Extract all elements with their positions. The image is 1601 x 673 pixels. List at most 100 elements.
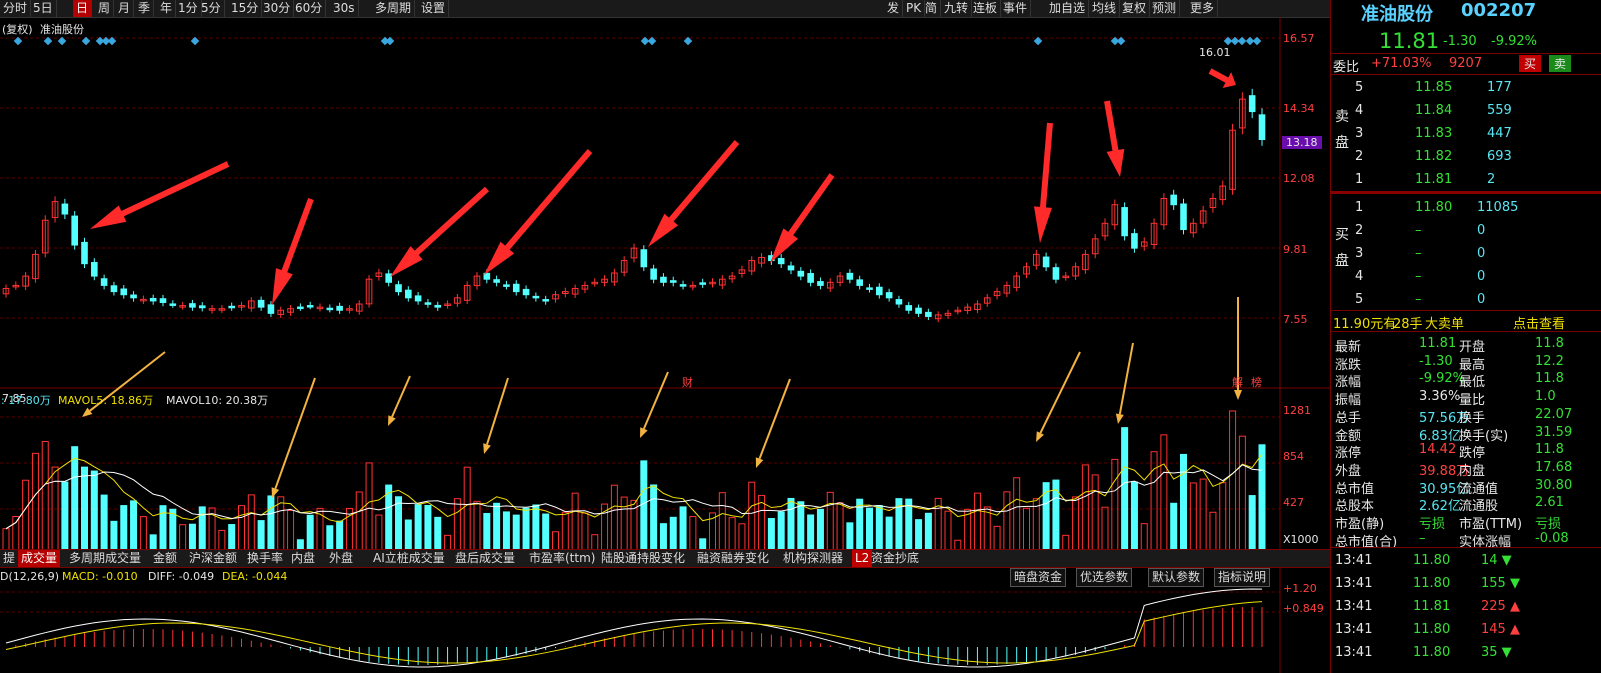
indicator-tab-8[interactable]: AI立桩成交量 (370, 550, 448, 567)
candle-body (257, 299, 265, 308)
buy-button[interactable]: 买 (1519, 55, 1542, 72)
period-1[interactable]: 5日 (30, 0, 57, 17)
volume-bar (31, 452, 39, 557)
tool-10[interactable]: 更多 (1187, 0, 1219, 17)
tool-6[interactable]: 加自选 (1046, 0, 1090, 17)
current-price-tag: 13.18 (1282, 136, 1322, 149)
ask-row: 4 11.84 559 (1355, 103, 1512, 118)
tool-9[interactable]: 预测 (1149, 0, 1181, 17)
indicator-tab-13[interactable]: 机构探测器 (780, 550, 846, 567)
finance-marker[interactable]: 财 (682, 374, 693, 390)
candle-body (306, 305, 314, 308)
volume-bar (385, 484, 393, 557)
indicator-tab-7[interactable]: 外盘 (326, 550, 356, 567)
period-11[interactable]: 60分 (292, 0, 327, 17)
indicator-tab-9[interactable]: 盘后成交量 (452, 550, 518, 567)
weibi-label: 委比 (1333, 60, 1360, 75)
tool-8[interactable]: 复权 (1119, 0, 1151, 17)
volume-bar (787, 497, 795, 557)
volume-bar (100, 494, 108, 557)
indicator-tab-2[interactable]: 多周期成交量 (66, 550, 144, 567)
candle-body (405, 289, 412, 299)
volume-bar (905, 498, 913, 557)
candle-body (297, 306, 304, 310)
macd-btn-0[interactable]: 暗盘资金 (1010, 568, 1067, 587)
indicator-tab-0[interactable]: 提 (0, 550, 18, 567)
indicator-tab-3[interactable]: 金额 (150, 550, 180, 567)
annotation-arrow-yellow (391, 375, 411, 418)
period-0[interactable]: 分时 (0, 0, 32, 17)
volume-bar (1111, 458, 1119, 557)
candle-body (169, 303, 177, 306)
period-6[interactable]: 年 (157, 0, 177, 17)
price-tick: 16.57 (1283, 32, 1315, 45)
candle-body (856, 279, 863, 286)
period-14[interactable]: 设置 (418, 0, 450, 17)
annotation-arrowhead-yellow (640, 427, 648, 438)
indicator-tab-5[interactable]: 换手率 (244, 550, 286, 567)
volume-tick: 854 (1283, 450, 1304, 463)
period-5[interactable]: 季 (135, 0, 155, 17)
annotation-arrow-red (484, 149, 593, 275)
annotation-arrow-red (1104, 100, 1125, 177)
indicator-tab-1[interactable]: 成交量 (18, 550, 61, 567)
bigorder-link[interactable]: 点击查看 (1513, 313, 1565, 332)
period-4[interactable]: 月 (115, 0, 135, 17)
macd-btn-2[interactable]: 默认参数 (1148, 568, 1205, 587)
candle-body (542, 299, 549, 302)
tool-3[interactable]: 九转 (941, 0, 973, 17)
macd-btn-3[interactable]: 指标说明 (1214, 568, 1271, 587)
candle-body (493, 279, 500, 283)
panel-change-pct: -9.92% (1491, 34, 1537, 49)
volume-bar (610, 484, 618, 557)
candle-body (1052, 267, 1060, 280)
period-8[interactable]: 5分 (198, 0, 225, 17)
sell-button[interactable]: 卖 (1549, 55, 1572, 72)
period-2[interactable]: 日 (73, 0, 93, 17)
tool-7[interactable]: 均线 (1089, 0, 1121, 17)
macd-btn-1[interactable]: 优选参数 (1076, 568, 1133, 587)
candle-body (866, 287, 873, 290)
ask-row: 1 11.81 2 (1355, 172, 1496, 187)
unlock-marker[interactable]: 解 (1232, 374, 1243, 390)
event-diamond (57, 36, 67, 46)
candle-body (650, 268, 657, 280)
volume-bar (856, 498, 864, 557)
candle-body (424, 302, 432, 305)
period-3[interactable]: 周 (95, 0, 115, 17)
indicator-tab-4[interactable]: 沪深金额 (186, 550, 240, 567)
tool-4[interactable]: 连板 (970, 0, 1002, 17)
volume-bar (640, 460, 648, 557)
candle-body (395, 284, 402, 293)
bigorder-price: 11.90元有 (1333, 317, 1397, 332)
volume-bar (71, 446, 79, 557)
tool-5[interactable]: 事件 (1000, 0, 1032, 17)
candle-body (228, 305, 235, 309)
volume-bar (277, 496, 285, 557)
indicator-tab-10[interactable]: 市盈率(ttm) (526, 550, 598, 567)
bid-row: 4–0 (1355, 269, 1486, 284)
indicator-tab-12[interactable]: 融资融券变化 (694, 550, 772, 567)
period-12[interactable]: 30s (330, 0, 359, 17)
panel-price: 11.81 (1379, 29, 1440, 53)
indicator-tab-11[interactable]: 陆股通持股变化 (598, 550, 688, 567)
divider (1331, 547, 1601, 548)
tool-2[interactable]: 简 (922, 0, 942, 17)
candle-body (915, 307, 922, 314)
annotation-arrow-red (390, 186, 490, 277)
period-10[interactable]: 30分 (260, 0, 295, 17)
candle-body (198, 305, 206, 309)
tool-0[interactable]: 发 (884, 0, 904, 17)
bid-row: 5–0 (1355, 292, 1486, 307)
indicator-tab-15[interactable]: 资金抄底 (868, 550, 922, 567)
period-13[interactable]: 多周期 (372, 0, 416, 17)
period-9[interactable]: 15分 (228, 0, 263, 17)
volume-bar (267, 495, 275, 557)
indicator-tab-6[interactable]: 内盘 (288, 550, 318, 567)
candle-body (336, 305, 343, 311)
annotation-arrow-yellow (642, 371, 669, 430)
rank-marker[interactable]: 榜 (1251, 374, 1262, 390)
candle-body (885, 292, 893, 299)
indicator-tabs: 提成交量 多周期成交量 金额 沪深金额 换手率 内盘 外盘 AI立桩成交量 盘后成交量 市盈率(t… (0, 549, 1330, 568)
candle-body (846, 272, 854, 280)
